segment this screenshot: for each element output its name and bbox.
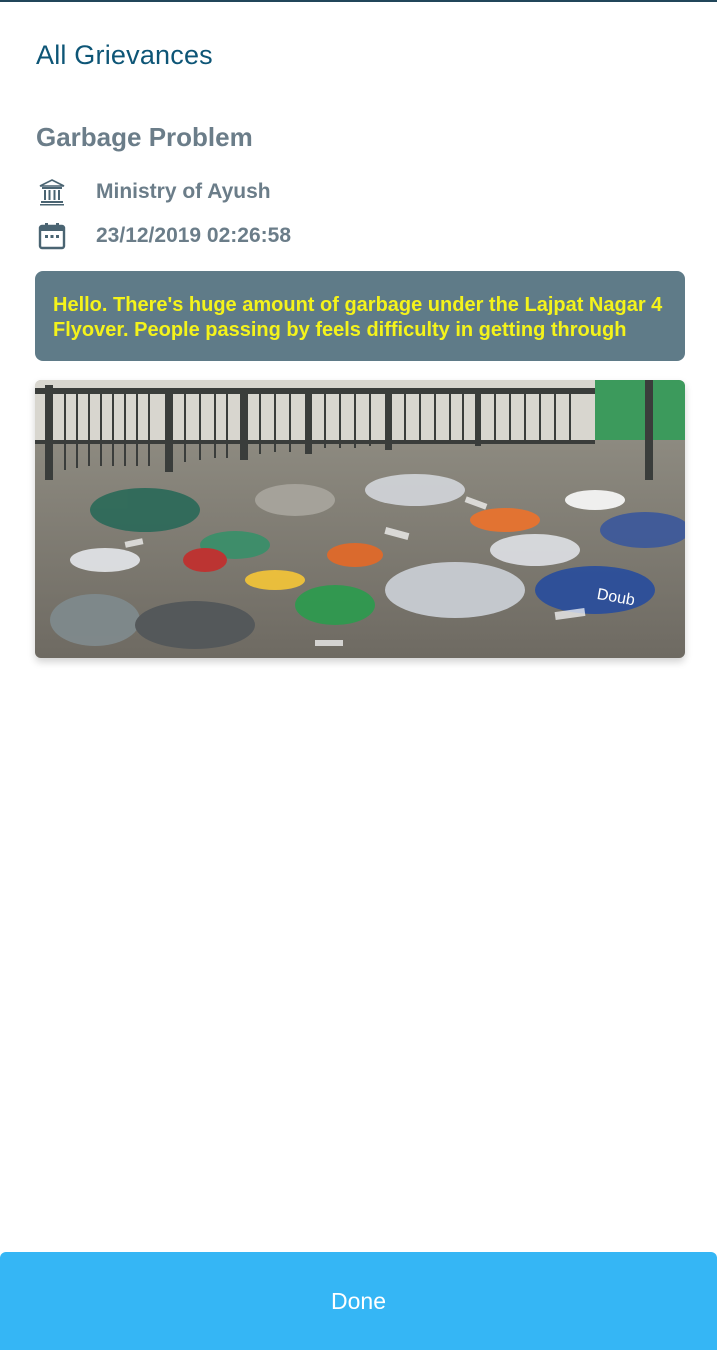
grievance-description: Hello. There's huge amount of garbage un…: [53, 294, 663, 341]
government-building-icon: [36, 176, 68, 208]
ministry-row: Ministry of Ayush: [36, 176, 271, 208]
grievance-description-box: Hello. There's huge amount of garbage un…: [35, 271, 685, 361]
done-button[interactable]: Done: [0, 1252, 717, 1350]
grievance-title: Garbage Problem: [36, 122, 253, 152]
date-row: 23/12/2019 02:26:58: [36, 220, 291, 252]
calendar-icon: [36, 220, 68, 252]
grievance-date: 23/12/2019 02:26:58: [96, 224, 291, 247]
grievance-detail-screen: All Grievances Garbage Problem Ministry …: [0, 0, 717, 1350]
page-title: All Grievances: [36, 40, 213, 70]
grievance-photo[interactable]: Doub: [35, 380, 685, 658]
ministry-name: Ministry of Ayush: [96, 180, 271, 203]
done-button-label: Done: [331, 1287, 386, 1314]
garbage-photo-image: Doub: [35, 380, 685, 658]
top-divider: [0, 0, 717, 2]
